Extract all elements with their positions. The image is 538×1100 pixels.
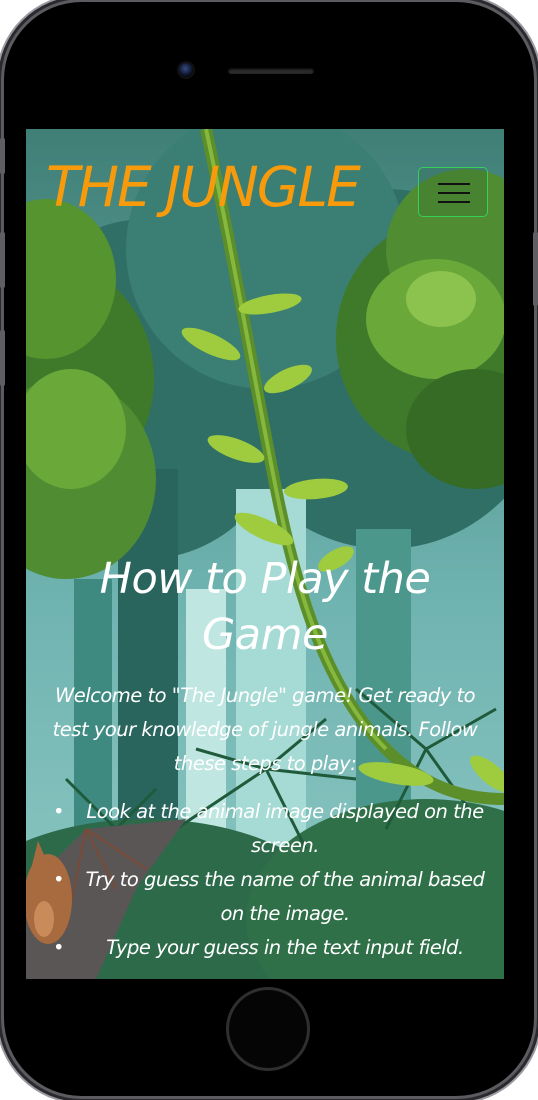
mute-switch[interactable] (0, 138, 5, 174)
steps-list: • Look at the animal image displayed on t… (26, 795, 504, 965)
step-text: Look at the animal image displayed on th… (86, 800, 484, 857)
front-camera (179, 63, 193, 77)
power-button[interactable] (533, 232, 538, 306)
page-title: How to Play the Game (99, 554, 431, 660)
step-text: Type your guess in the text input field. (106, 936, 464, 959)
home-button[interactable] (226, 987, 310, 1071)
volume-down-button[interactable] (0, 330, 5, 386)
list-item: • Type your guess in the text input field… (53, 936, 464, 959)
volume-up-button[interactable] (0, 232, 5, 288)
browser-viewport[interactable]: THE JUNGLE How to Play the Game Welcome … (26, 129, 504, 979)
phone-frame: THE JUNGLE How to Play the Game Welcome … (4, 2, 534, 1096)
navbar: THE JUNGLE (26, 129, 504, 249)
intro-paragraph: Welcome to "The Jungle" game! Get ready … (52, 684, 478, 775)
earpiece-speaker (228, 68, 314, 74)
list-item: • Look at the animal image displayed on t… (53, 800, 484, 857)
step-text: Try to guess the name of the animal base… (85, 868, 485, 925)
list-item: • Try to guess the name of the animal bas… (53, 868, 485, 925)
how-to-play-section: How to Play the Game Welcome to "The Jun… (26, 551, 504, 965)
brand-title[interactable]: THE JUNGLE (46, 155, 361, 219)
navbar-toggler-button[interactable] (418, 167, 488, 217)
